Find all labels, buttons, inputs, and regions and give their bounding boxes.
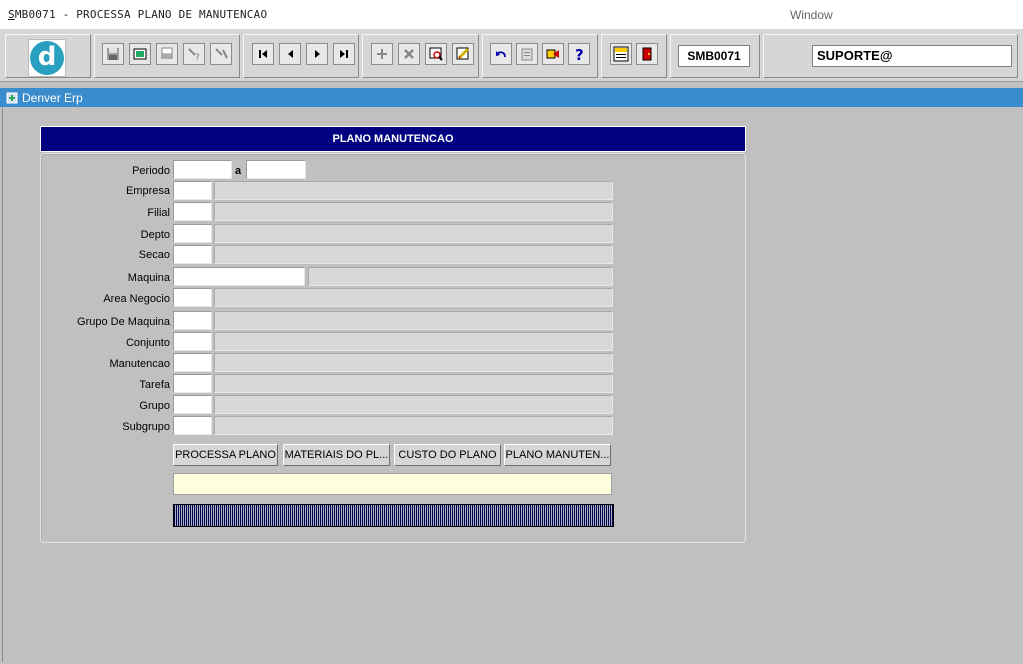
exit-icon[interactable] bbox=[636, 43, 658, 65]
depto-description bbox=[214, 224, 613, 243]
periodo-separator: a bbox=[235, 165, 242, 177]
form-code: SMB0071 bbox=[678, 45, 750, 67]
clear-form-icon[interactable] bbox=[129, 43, 151, 65]
maquina-label: Maquina bbox=[127, 272, 170, 284]
svg-text:?: ? bbox=[575, 46, 584, 62]
window-menu[interactable]: Window bbox=[790, 8, 833, 22]
undo-icon[interactable] bbox=[490, 43, 512, 65]
area-negocio-input[interactable] bbox=[173, 288, 212, 307]
window-title: SMB0071 - PROCESSA PLANO DE MANUTENCAO bbox=[8, 8, 268, 21]
grupo-label: Grupo bbox=[139, 400, 170, 412]
navigate-icon[interactable] bbox=[542, 43, 564, 65]
tarefa-input[interactable] bbox=[173, 374, 212, 393]
secao-description bbox=[214, 245, 613, 264]
edit-icon[interactable] bbox=[452, 43, 474, 65]
conjunto-input[interactable] bbox=[173, 332, 212, 351]
grupo-maquina-description bbox=[214, 311, 613, 330]
area-negocio-description bbox=[214, 288, 613, 307]
search-list-icon[interactable] bbox=[425, 43, 447, 65]
custo-do-plano-button[interactable]: CUSTO DO PLANO bbox=[394, 444, 501, 466]
materiais-do-plano-button[interactable]: MATERIAIS DO PL... bbox=[283, 444, 390, 466]
grupo-description bbox=[214, 395, 613, 414]
filial-label: Filial bbox=[147, 207, 170, 219]
tarefa-description bbox=[214, 374, 613, 393]
title-bar: SMB0071 - PROCESSA PLANO DE MANUTENCAO W… bbox=[0, 0, 1023, 28]
grupo-maquina-input[interactable] bbox=[173, 311, 212, 330]
secao-input[interactable] bbox=[173, 245, 212, 264]
filial-input[interactable] bbox=[173, 202, 212, 221]
area-negocio-label: Area Negocio bbox=[103, 293, 170, 305]
conjunto-description bbox=[214, 332, 613, 351]
tarefa-label: Tarefa bbox=[139, 379, 170, 391]
manutencao-description bbox=[214, 353, 613, 372]
maquina-input[interactable] bbox=[173, 267, 305, 286]
first-record-icon[interactable] bbox=[252, 43, 274, 65]
app-logo: d bbox=[28, 39, 66, 77]
progress-bar bbox=[173, 504, 614, 527]
manutencao-label: Manutencao bbox=[109, 358, 170, 370]
grupo-maquina-label: Grupo De Maquina bbox=[77, 316, 170, 328]
processa-plano-button[interactable]: PROCESSA PLANO bbox=[173, 444, 278, 466]
periodo-end-input[interactable] bbox=[246, 160, 306, 179]
periodo-start-input[interactable] bbox=[173, 160, 232, 179]
query-run-icon[interactable] bbox=[210, 43, 232, 65]
periodo-label: Periodo bbox=[132, 165, 170, 177]
subgrupo-input[interactable] bbox=[173, 416, 212, 435]
previous-record-icon[interactable] bbox=[279, 43, 301, 65]
empresa-description bbox=[214, 181, 613, 200]
manutencao-input[interactable] bbox=[173, 353, 212, 372]
insert-record-icon[interactable] bbox=[371, 43, 393, 65]
maquina-description bbox=[308, 267, 613, 286]
plano-manutencao-button[interactable]: PLANO MANUTEN... bbox=[504, 444, 611, 466]
depto-input[interactable] bbox=[173, 224, 212, 243]
save-icon[interactable] bbox=[102, 43, 124, 65]
empresa-input[interactable] bbox=[173, 181, 212, 200]
last-record-icon[interactable] bbox=[333, 43, 355, 65]
help-icon[interactable]: ? bbox=[568, 43, 590, 65]
user-field: SUPORTE@ bbox=[812, 45, 1012, 67]
conjunto-label: Conjunto bbox=[125, 337, 170, 349]
toolbar: d ? ? SMB0071 SUPORTE@ bbox=[0, 28, 1023, 82]
filial-description bbox=[214, 202, 613, 221]
message-field bbox=[173, 473, 612, 495]
paste-icon[interactable] bbox=[516, 43, 538, 65]
subgrupo-description bbox=[214, 416, 613, 435]
query-icon[interactable]: ? bbox=[183, 43, 205, 65]
inner-window-title-bar[interactable]: Denver Erp bbox=[0, 88, 1023, 107]
window-icon bbox=[6, 92, 18, 104]
delete-record-icon[interactable] bbox=[398, 43, 420, 65]
print-icon[interactable] bbox=[156, 43, 178, 65]
secao-label: Secao bbox=[138, 249, 170, 261]
empresa-label: Empresa bbox=[125, 185, 170, 197]
next-record-icon[interactable] bbox=[306, 43, 328, 65]
grupo-input[interactable] bbox=[173, 395, 212, 414]
svg-text:?: ? bbox=[195, 53, 200, 62]
form-header: PLANO MANUTENCAO bbox=[40, 126, 746, 152]
inner-window-title: Denver Erp bbox=[22, 91, 83, 105]
menu-icon[interactable] bbox=[610, 43, 632, 65]
depto-label: Depto bbox=[140, 229, 170, 241]
subgrupo-label: Subgrupo bbox=[122, 421, 170, 433]
